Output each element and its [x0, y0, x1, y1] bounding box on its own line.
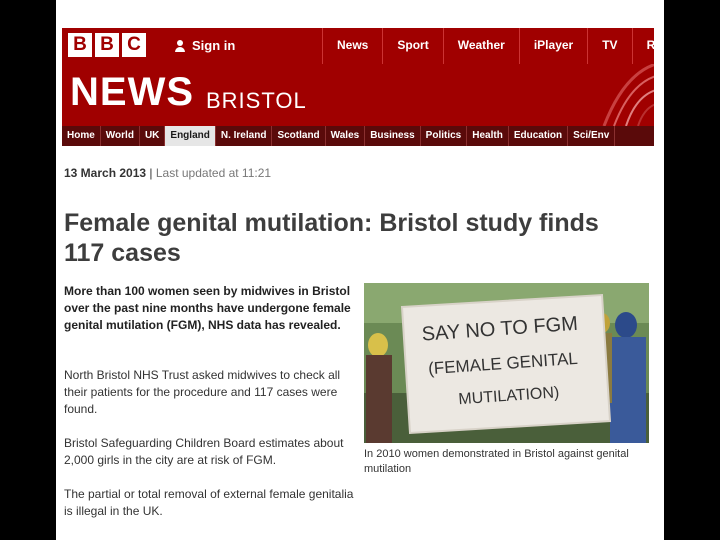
nav-world[interactable]: World [101, 126, 140, 146]
article-date: 13 March 2013 [64, 166, 147, 180]
top-nav: News Sport Weather iPlayer TV R [322, 28, 664, 64]
news-brand[interactable]: NEWS [70, 70, 194, 115]
article-updated: Last updated at 11:21 [155, 166, 272, 180]
nav-england[interactable]: England [165, 126, 216, 146]
news-masthead: NEWS BRISTOL [62, 64, 654, 126]
article-lede: More than 100 women seen by midwives in … [64, 284, 351, 332]
nav-n-ireland[interactable]: N. Ireland [216, 126, 273, 146]
nav-wales[interactable]: Wales [326, 126, 366, 146]
browser-page: B B C Sign in News Sport Weather iPlayer… [56, 0, 664, 540]
protest-photo: SAY NO TO FGM (FEMALE GENITAL MUTILATION… [364, 283, 649, 443]
nav-business[interactable]: Business [365, 126, 421, 146]
article-paragraph: North Bristol NHS Trust asked midwives t… [64, 368, 341, 416]
signin-link[interactable]: Sign in [174, 38, 235, 53]
bbc-logo-letter: B [95, 33, 119, 57]
top-nav-tv[interactable]: TV [587, 28, 631, 64]
protest-photo-illustration: SAY NO TO FGM (FEMALE GENITAL MUTILATION… [364, 283, 649, 443]
section-nav: Home World UK England N. Ireland Scotlan… [62, 126, 654, 146]
top-nav-news[interactable]: News [322, 28, 382, 64]
article-headline: Female genital mutilation: Bristol study… [64, 209, 599, 267]
person-icon [174, 39, 186, 52]
nav-sci-env[interactable]: Sci/Env [568, 126, 616, 146]
article-paragraph: Bristol Safeguarding Children Board esti… [64, 436, 344, 467]
signin-label: Sign in [192, 38, 236, 53]
bbc-header: B B C Sign in News Sport Weather iPlayer… [62, 28, 655, 146]
bbc-logo[interactable]: B B C [68, 33, 146, 57]
bbc-logo-letter: C [122, 33, 146, 57]
photo-caption: In 2010 women demonstrated in Bristol ag… [364, 448, 629, 475]
top-nav-weather[interactable]: Weather [442, 28, 519, 64]
nav-home[interactable]: Home [62, 126, 101, 146]
region-name: BRISTOL [206, 88, 307, 113]
nav-politics[interactable]: Politics [421, 126, 468, 146]
nav-scotland[interactable]: Scotland [272, 126, 326, 146]
nav-uk[interactable]: UK [140, 126, 166, 146]
top-nav-iplayer[interactable]: iPlayer [518, 28, 587, 64]
bbc-logo-letter: B [68, 33, 92, 57]
top-bar: B B C Sign in News Sport Weather iPlayer… [62, 28, 655, 64]
nav-health[interactable]: Health [467, 126, 509, 146]
article-paragraph: The partial or total removal of external… [64, 487, 354, 518]
article-dateline: 13 March 2013 | Last updated at 11:21 [64, 166, 271, 180]
top-nav-radio[interactable]: R [631, 28, 664, 64]
top-nav-sport[interactable]: Sport [382, 28, 442, 64]
nav-education[interactable]: Education [509, 126, 569, 146]
decorative-swirl-graphic [602, 64, 654, 126]
